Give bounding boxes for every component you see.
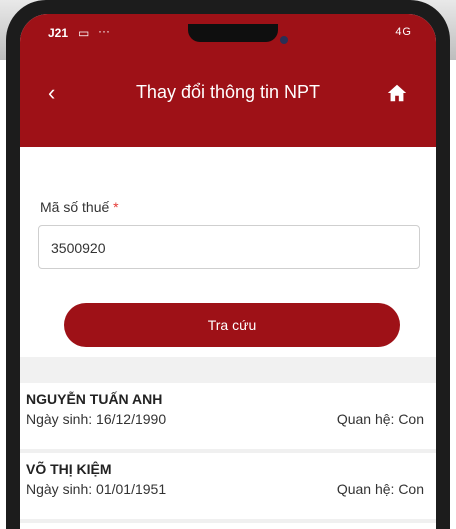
tax-code-label: Mã số thuế *: [40, 199, 119, 215]
app-screen: J21 ▭ ··· 4G ‹ Thay đổi thông tin NPT Mã…: [20, 14, 436, 529]
dependent-list: NGUYỄN TUẤN ANH Ngày sinh: 16/12/1990 Qu…: [20, 383, 436, 529]
tax-code-input[interactable]: 3500920: [38, 225, 420, 269]
page-title: Thay đổi thông tin NPT: [135, 82, 321, 102]
dependent-name: NGUYỄN TUẤN ANH: [26, 391, 163, 407]
message-icon: ▭: [78, 26, 90, 40]
home-icon[interactable]: [386, 82, 408, 104]
dependent-dob: Ngày sinh: 16/12/1990: [26, 411, 167, 427]
status-time: J21: [48, 26, 69, 40]
more-notifications-icon: ···: [98, 24, 110, 38]
app-header: J21 ▭ ··· 4G ‹ Thay đổi thông tin NPT: [20, 14, 436, 147]
dependent-dob: Ngày sinh: 01/01/1951: [26, 481, 167, 497]
dependent-item[interactable]: VÕ THỊ KIỆM Ngày sinh: 01/01/1951 Quan h…: [20, 453, 436, 523]
dependent-name: VÕ THỊ KIỆM: [26, 461, 112, 477]
dependent-item[interactable]: NGUYỄN TUẤN ANH Ngày sinh: 16/12/1990 Qu…: [20, 383, 436, 453]
status-signal: 4G: [395, 26, 412, 38]
search-button[interactable]: Tra cứu: [64, 303, 400, 347]
search-form: Mã số thuế * 3500920 Tra cứu: [20, 147, 436, 357]
dependent-relation: Quan hệ: Con: [336, 481, 424, 497]
dependent-relation: Quan hệ: Con: [336, 411, 424, 427]
tax-code-label-text: Mã số thuế: [40, 199, 110, 215]
section-divider: [20, 357, 436, 383]
camera-notch: [188, 24, 278, 42]
navigation-bar: ‹ Thay đổi thông tin NPT: [20, 76, 436, 112]
required-mark: *: [113, 199, 119, 215]
front-camera-icon: [280, 36, 288, 44]
